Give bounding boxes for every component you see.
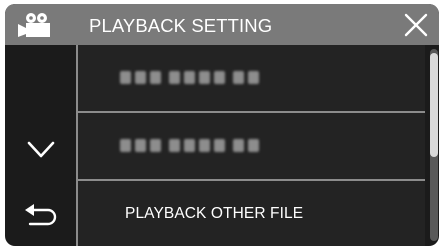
return-arrow-icon (24, 204, 56, 226)
scrollbar-thumb[interactable] (430, 53, 438, 157)
back-button[interactable] (5, 181, 76, 246)
playback-setting-screen: PLAYBACK SETTING PLAYBACK OTHER FILE (5, 4, 439, 246)
scroll-down-button[interactable] (5, 113, 76, 179)
menu-item-blurred-1[interactable] (78, 45, 425, 111)
menu-item-blurred-2[interactable] (78, 113, 425, 179)
chevron-down-icon (27, 141, 54, 158)
side-navigation (5, 45, 76, 246)
menu-item-playback-other-file[interactable]: PLAYBACK OTHER FILE (78, 181, 425, 246)
blurred-label (120, 69, 259, 87)
menu-list: PLAYBACK OTHER FILE (78, 45, 425, 246)
page-title: PLAYBACK SETTING (89, 15, 273, 36)
video-camera-icon (18, 13, 50, 37)
menu-item-label: PLAYBACK OTHER FILE (125, 205, 304, 222)
close-icon[interactable] (399, 8, 433, 42)
scrollbar[interactable] (430, 49, 438, 241)
blurred-label (120, 137, 259, 155)
header-bar: PLAYBACK SETTING (5, 4, 439, 45)
